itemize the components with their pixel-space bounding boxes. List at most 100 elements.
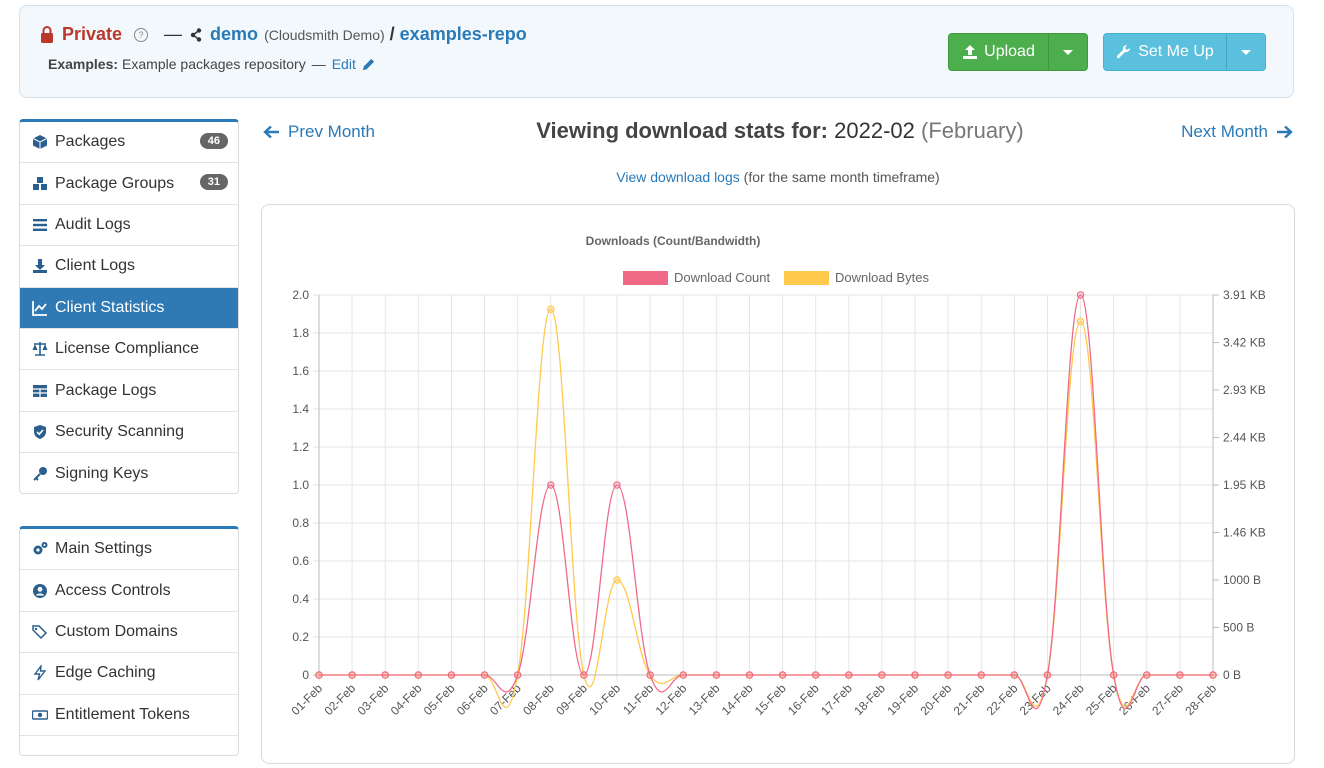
repo-title-line: Private ? — demo (Cloudsmith Demo) / exa… [40,24,527,45]
download-count-point[interactable] [977,671,986,679]
download-count-point[interactable] [778,671,787,679]
download-count-point[interactable] [381,671,390,679]
download-count-point[interactable] [513,671,522,679]
download-count-point[interactable] [1010,671,1019,679]
y-tick-label-right: 0 B [1223,668,1241,682]
sidebar-item-client-logs[interactable]: Client Logs [20,246,238,288]
y-tick-label-right: 1000 B [1223,573,1261,587]
download-count-point[interactable] [1209,671,1217,679]
download-count-point[interactable] [580,671,588,679]
y-axis-right: 0 B 500 B 1000 B 1.46 KB 1.95 KB 2.44 KB 2.93 … [1213,288,1266,682]
chart-card: Downloads (Count/Bandwidth) Download Cou… [261,204,1295,764]
download-count-point[interactable] [944,671,952,679]
settings-nav: Main Settings Access Controls Custom Dom… [19,526,239,756]
sidebar-item-label: Edge Caching [55,664,156,682]
x-tick-label: 19-Feb [884,681,921,718]
next-month-link[interactable]: Next Month [1181,122,1293,142]
x-tick-label: 01-Feb [288,681,325,718]
x-tick-label: 13-Feb [686,681,723,718]
sidebar-item-audit-logs[interactable]: Audit Logs [20,205,238,247]
sidebar-item-package-logs[interactable]: Package Logs [20,370,238,412]
upload-label: Upload [984,43,1035,60]
y-tick-label-right: 3.42 KB [1223,336,1266,350]
sidebar-item-label: Package Logs [55,381,157,399]
arrow-right-icon [1277,125,1293,139]
download-count-point[interactable] [844,671,853,679]
x-tick-label: 27-Feb [1149,681,1186,718]
repo-header: Private ? — demo (Cloudsmith Demo) / exa… [19,5,1294,98]
edit-label: Edit [331,56,356,72]
sidebar-item-signing-keys[interactable]: Signing Keys [20,453,238,494]
download-count-point[interactable] [1076,291,1085,299]
repo-link[interactable]: examples-repo [400,24,527,45]
sidebar-item-label: Custom Domains [55,622,178,640]
legend-label-bytes[interactable]: Download Bytes [835,270,929,285]
download-count-point[interactable] [811,671,820,679]
sidebar-item-edge-caching[interactable]: Edge Caching [20,653,238,695]
legend-label-count[interactable]: Download Count [674,270,771,285]
sidebar-item-access-controls[interactable]: Access Controls [20,570,238,612]
sidebar-item-label: Security Scanning [55,422,184,440]
org-link[interactable]: demo [210,24,258,45]
sidebar-item-entitlement-tokens[interactable]: Entitlement Tokens [20,695,238,736]
x-tick-label: 20-Feb [917,681,954,718]
download-count-point[interactable] [712,671,721,679]
x-tick-label: 23-Feb [1017,681,1054,718]
title-period: 2022-02 [834,118,915,143]
set-me-up-dropdown-toggle[interactable] [1226,34,1265,70]
sidebar-item-license-compliance[interactable]: License Compliance [20,329,238,371]
upload-button[interactable]: Upload [948,33,1088,71]
download-bytes-point[interactable] [1076,317,1085,326]
sidebar-item-main-settings[interactable]: Main Settings [20,529,238,571]
table-icon [33,384,47,397]
view-download-logs-link[interactable]: View download logs [616,169,740,185]
cogs-icon [33,542,48,555]
x-tick-label: 17-Feb [818,681,855,718]
y-tick-label-right: 3.91 KB [1223,288,1266,302]
set-me-up-label: Set Me Up [1138,43,1214,60]
sidebar-item-label: Client Statistics [55,298,165,316]
x-tick-label: 11-Feb [620,681,656,717]
chevron-down-icon [1063,49,1073,55]
set-me-up-button[interactable]: Set Me Up [1103,33,1266,71]
download-bytes-point[interactable] [546,305,555,314]
edit-link[interactable]: Edit [332,56,376,72]
download-count-point[interactable] [315,671,323,679]
download-count-point[interactable] [679,671,688,679]
download-count-point[interactable] [480,671,489,679]
set-me-up-main[interactable]: Set Me Up [1104,34,1226,70]
download-count-point[interactable] [1142,671,1151,679]
download-count-point[interactable] [911,671,919,679]
sidebar-item-security-scanning[interactable]: Security Scanning [20,412,238,454]
downloads-chart: Downloads (Count/Bandwidth) Download Cou… [288,234,1266,718]
download-count-point[interactable] [613,481,621,489]
download-count-point[interactable] [745,671,754,679]
lock-icon [41,25,53,43]
help-icon[interactable]: ? [134,27,149,42]
download-count-point[interactable] [447,671,456,679]
download-count-point[interactable] [1109,671,1118,679]
sidebar-item-client-statistics[interactable]: Client Statistics [20,287,238,329]
download-count-point[interactable] [1043,671,1052,679]
chart-grid [313,294,1214,681]
upload-dropdown-toggle[interactable] [1048,34,1087,70]
download-count-point[interactable] [646,671,654,679]
download-count-point[interactable] [1176,671,1184,679]
upload-main[interactable]: Upload [949,34,1048,70]
y-tick-label-left: 0.6 [292,554,309,568]
y-tick-label-left: 0.4 [292,592,309,606]
sidebar-item-custom-domains[interactable]: Custom Domains [20,612,238,654]
logs-note: (for the same month timeframe) [743,169,940,185]
download-count-point[interactable] [546,481,555,489]
user-circle-icon [33,583,47,598]
download-count-point[interactable] [414,671,423,679]
pencil-icon [362,58,374,70]
share-icon [190,27,202,42]
y-tick-label-left: 1.6 [292,364,309,378]
x-tick-label: 04-Feb [388,681,425,718]
download-count-line [319,294,1213,710]
download-count-point[interactable] [878,671,886,679]
money-icon [32,710,48,720]
download-bytes-point[interactable] [613,576,621,584]
download-count-point[interactable] [348,671,356,679]
